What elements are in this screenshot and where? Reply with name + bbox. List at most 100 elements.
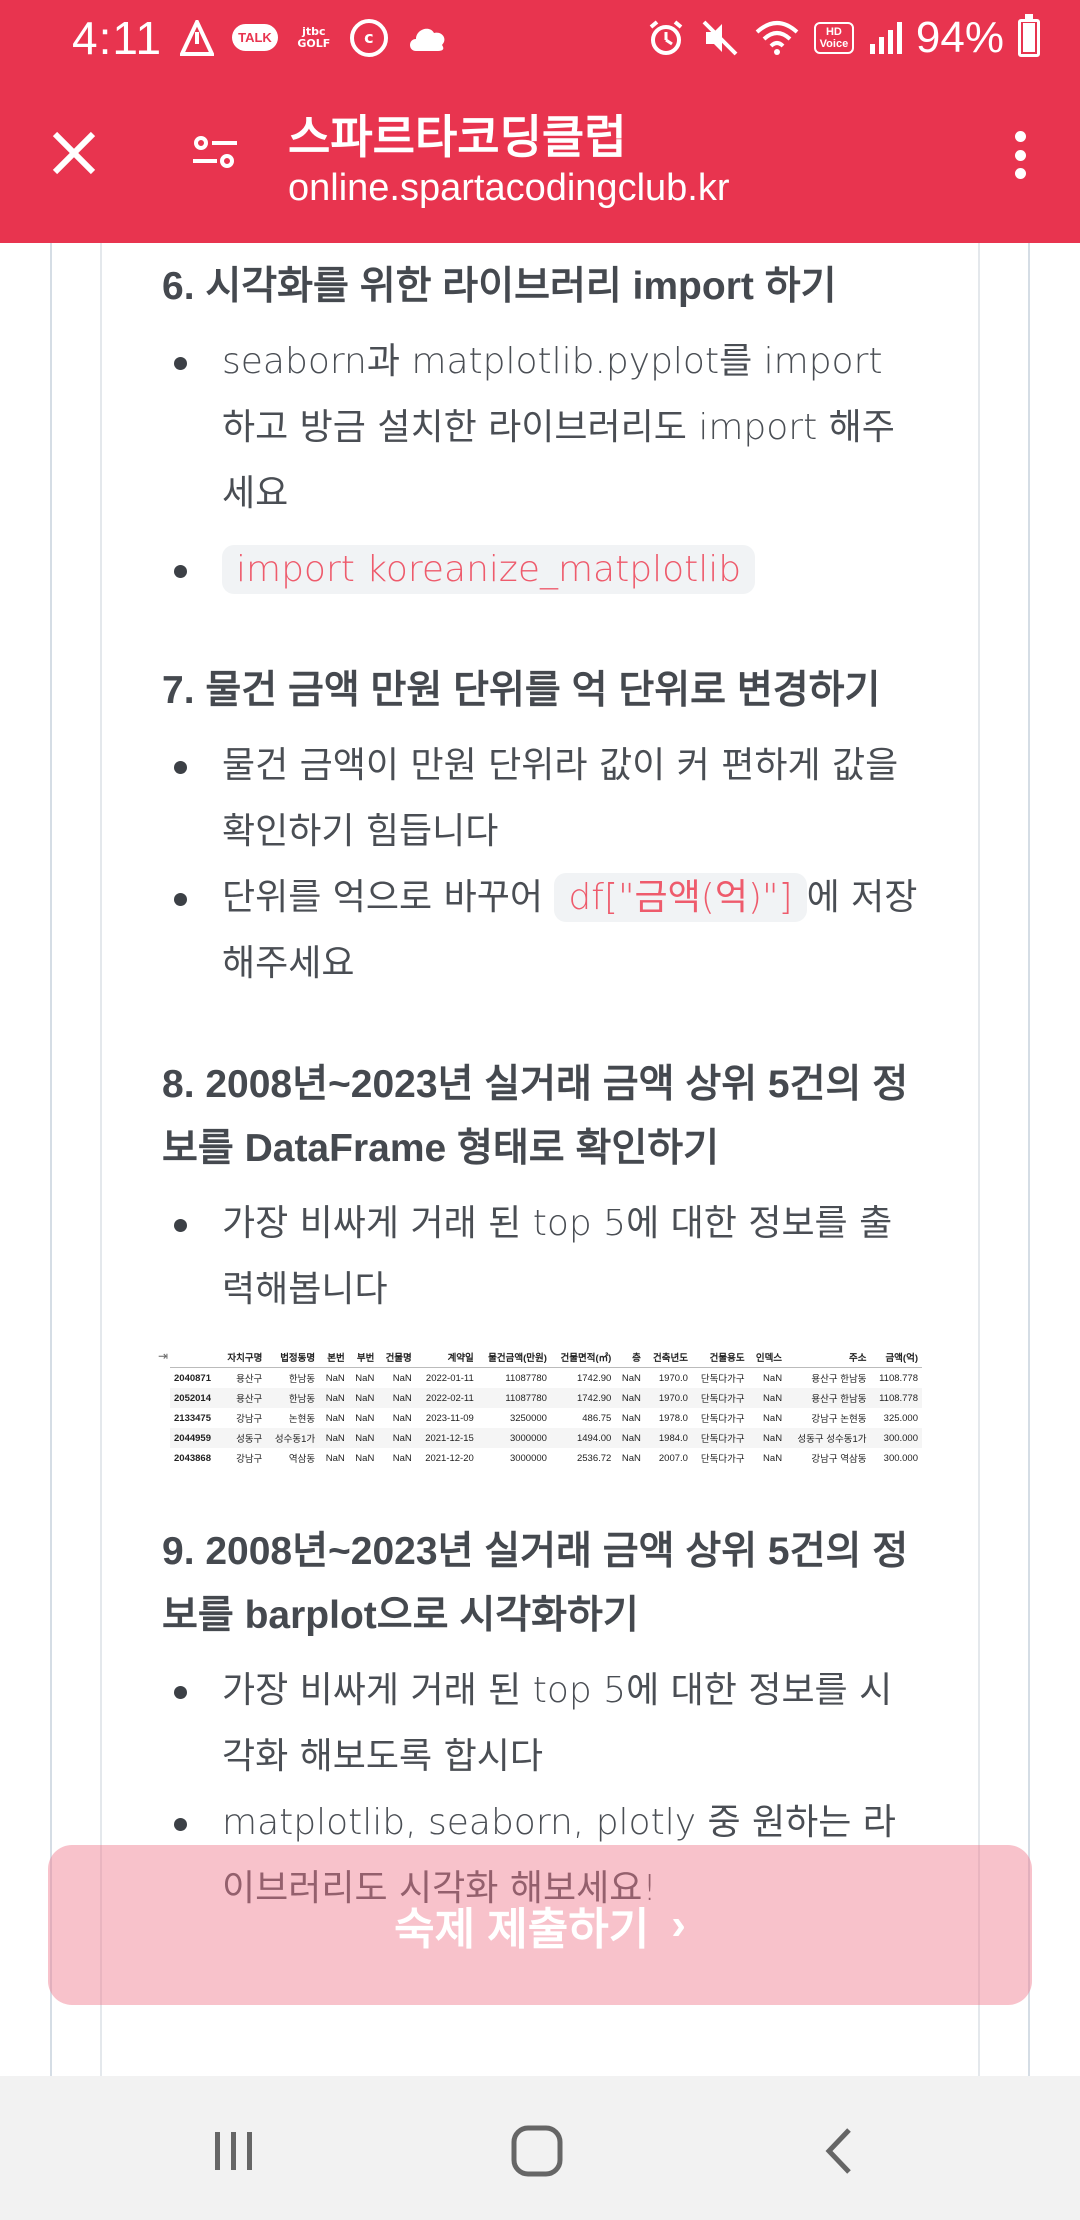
home-icon <box>511 2125 563 2177</box>
app-title: 스파르타코딩클럽 <box>288 111 627 163</box>
hd-voice-icon: HD Voice <box>813 21 854 54</box>
submit-label: 숙제 제출하기 <box>394 1905 650 1954</box>
signal-icon <box>868 20 902 56</box>
list-item: 가장 비싸게 거래 된 top 5에 대한 정보를 시각화 해보도록 합시다 <box>162 1658 922 1790</box>
bullet-list: 가장 비싸게 거래 된 top 5에 대한 정보를 출력해봅니다 <box>162 1191 922 1323</box>
table-header-cell: 층 <box>615 1347 645 1368</box>
table-cell: 1742.90 <box>576 1372 612 1384</box>
table-cell: 1984.0 <box>644 1428 692 1448</box>
table-cell: NaN <box>615 1388 645 1408</box>
list-item: 물건 금액이 만원 단위라 값이 커 편하게 값을 확인하기 힘듭니다 <box>162 733 922 865</box>
section-heading: 7. 물건 금액 만원 단위를 억 단위로 변경하기 <box>162 669 881 712</box>
app-bar: 스파르타코딩클럽 online.spartacodingclub.kr <box>0 75 1080 243</box>
signal-alert-icon <box>180 19 215 56</box>
inline-code: df["금액(억)"] <box>554 873 807 922</box>
web-content[interactable]: 6. 시각화를 위한 라이브러리 import 하기 seaborn과 matp… <box>0 243 1080 2076</box>
table-cell: 1742.90 <box>550 1388 616 1408</box>
recents-icon <box>215 2132 252 2170</box>
table-row: 2044959 성동구 성수동1가 NaN NaN NaN 2021-12-15 300000… <box>170 1428 922 1448</box>
table-cell: NaN <box>348 1428 379 1448</box>
more-options-button[interactable] <box>1000 125 1040 185</box>
settings-icon <box>193 136 237 168</box>
status-time: 4:11 <box>72 11 163 64</box>
table-cell: 325.000 <box>883 1412 918 1424</box>
output-icon: ⇥ <box>158 1349 169 1363</box>
table-cell: 3000000 <box>477 1428 551 1448</box>
table-cell: 용산구 한남동 <box>811 1374 867 1385</box>
table-header-cell: 부번 <box>348 1347 379 1368</box>
more-vertical-icon <box>1014 131 1026 142</box>
table-header-cell: 물건금액(만원) <box>477 1347 551 1368</box>
submit-homework-button[interactable]: 숙제 제출하기 › <box>48 1845 1032 2005</box>
list-item: 가장 비싸게 거래 된 top 5에 대한 정보를 출력해봅니다 <box>162 1191 922 1323</box>
list-item: seaborn과 matplotlib.pyplot를 import 하고 방금… <box>162 329 922 527</box>
table-cell: 한남동 <box>288 1374 316 1385</box>
alarm-icon <box>646 18 686 58</box>
table-cell: NaN <box>378 1428 416 1448</box>
table-header-cell: 계약일 <box>415 1347 478 1368</box>
chevron-right-icon: › <box>671 1900 686 1949</box>
table-header-cell: 건물용도 <box>691 1347 749 1368</box>
table-cell: NaN <box>621 1452 641 1464</box>
table-cell: 단독다가구 <box>700 1374 745 1385</box>
table-cell: 1108.778 <box>870 1388 922 1408</box>
table-header-cell: 주소 <box>786 1347 871 1368</box>
status-bar: 4:11 TALK jtbc GOLF c HD Voice 94% <box>0 0 1080 75</box>
list-item-text: 단위를 억으로 바꾸어 <box>222 877 555 918</box>
table-cell: 300.000 <box>870 1428 922 1448</box>
row-index: 2040871 <box>174 1372 211 1384</box>
table-cell: NaN <box>763 1372 783 1384</box>
table-row: 2043868 강남구 역삼동 NaN NaN NaN 2021-12-20 3000000 2… <box>170 1448 922 1468</box>
table-body: 2040871 용산구 한남동 NaN NaN NaN 2022-01-11 11087780… <box>170 1368 922 1469</box>
table-header-cell: 본번 <box>319 1347 349 1368</box>
table-cell: NaN <box>748 1388 787 1408</box>
section-6: 6. 시각화를 위한 라이브러리 import 하기 seaborn과 matp… <box>162 255 922 603</box>
table-cell: NaN <box>392 1412 412 1424</box>
recents-button[interactable] <box>194 2116 274 2186</box>
row-index: 2133475 <box>174 1412 211 1424</box>
table-row: 2052014 용산구 한남동 NaN NaN NaN 2022-02-11 11087780… <box>170 1388 922 1408</box>
table-cell: NaN <box>319 1388 349 1408</box>
home-button[interactable] <box>497 2116 577 2186</box>
table-cell: 강남구 논현동 <box>811 1414 867 1425</box>
section-7: 7. 물건 금액 만원 단위를 억 단위로 변경하기 물건 금액이 만원 단위라… <box>162 659 922 997</box>
jtbc-golf-icon: jtbc GOLF <box>297 24 331 50</box>
battery-icon <box>1018 13 1040 57</box>
table-cell: 단독다가구 <box>700 1454 745 1465</box>
table-cell: NaN <box>621 1412 641 1424</box>
back-button[interactable] <box>800 2116 880 2186</box>
kakaotalk-icon: TALK <box>232 24 278 51</box>
table-cell: 2021-12-20 <box>425 1452 474 1464</box>
table-header-cell: 건물면적(㎡) <box>550 1347 616 1368</box>
table-cell: 2023-11-09 <box>425 1412 474 1424</box>
table-header-cell <box>170 1347 220 1368</box>
table-cell: NaN <box>621 1372 641 1384</box>
table-cell: NaN <box>615 1428 645 1448</box>
table-cell: 강남구 <box>236 1414 263 1425</box>
table-cell: 성수동1가 <box>266 1428 320 1448</box>
table-cell: 2536.72 <box>576 1452 612 1464</box>
cloud-icon <box>406 21 450 55</box>
table-cell: 용산구 <box>219 1388 267 1408</box>
table-cell: 300.000 <box>883 1452 918 1464</box>
table-cell: NaN <box>355 1452 375 1464</box>
table-cell: 11087780 <box>477 1388 551 1408</box>
table-cell: 2021-12-15 <box>415 1428 478 1448</box>
table-cell: 단독다가구 <box>691 1388 749 1408</box>
table-cell: 역삼동 <box>288 1454 316 1465</box>
close-button[interactable] <box>44 123 104 183</box>
dataframe-table: 자치구명 법정동명 본번 부번 건물명 계약일 물건금액(만원) 건물면적(㎡) 층 건축년도 건물… <box>170 1347 922 1468</box>
settings-button[interactable] <box>185 123 245 183</box>
table-cell: 1108.778 <box>879 1372 918 1384</box>
section-heading: 6. 시각화를 위한 라이브러리 import 하기 <box>162 265 837 308</box>
table-cell: 2022-02-11 <box>415 1388 478 1408</box>
table-cell: NaN <box>378 1388 416 1408</box>
table-cell: NaN <box>355 1372 375 1384</box>
table-header-row: 자치구명 법정동명 본번 부번 건물명 계약일 물건금액(만원) 건물면적(㎡) 층 건축년도 건물… <box>170 1347 922 1368</box>
table-cell: NaN <box>392 1372 412 1384</box>
table-cell: 3250000 <box>509 1412 547 1424</box>
table-cell: 1970.0 <box>644 1388 692 1408</box>
table-cell: 2007.0 <box>658 1452 688 1464</box>
table-header-cell: 건물명 <box>378 1347 416 1368</box>
table-cell: 11087780 <box>505 1372 547 1384</box>
